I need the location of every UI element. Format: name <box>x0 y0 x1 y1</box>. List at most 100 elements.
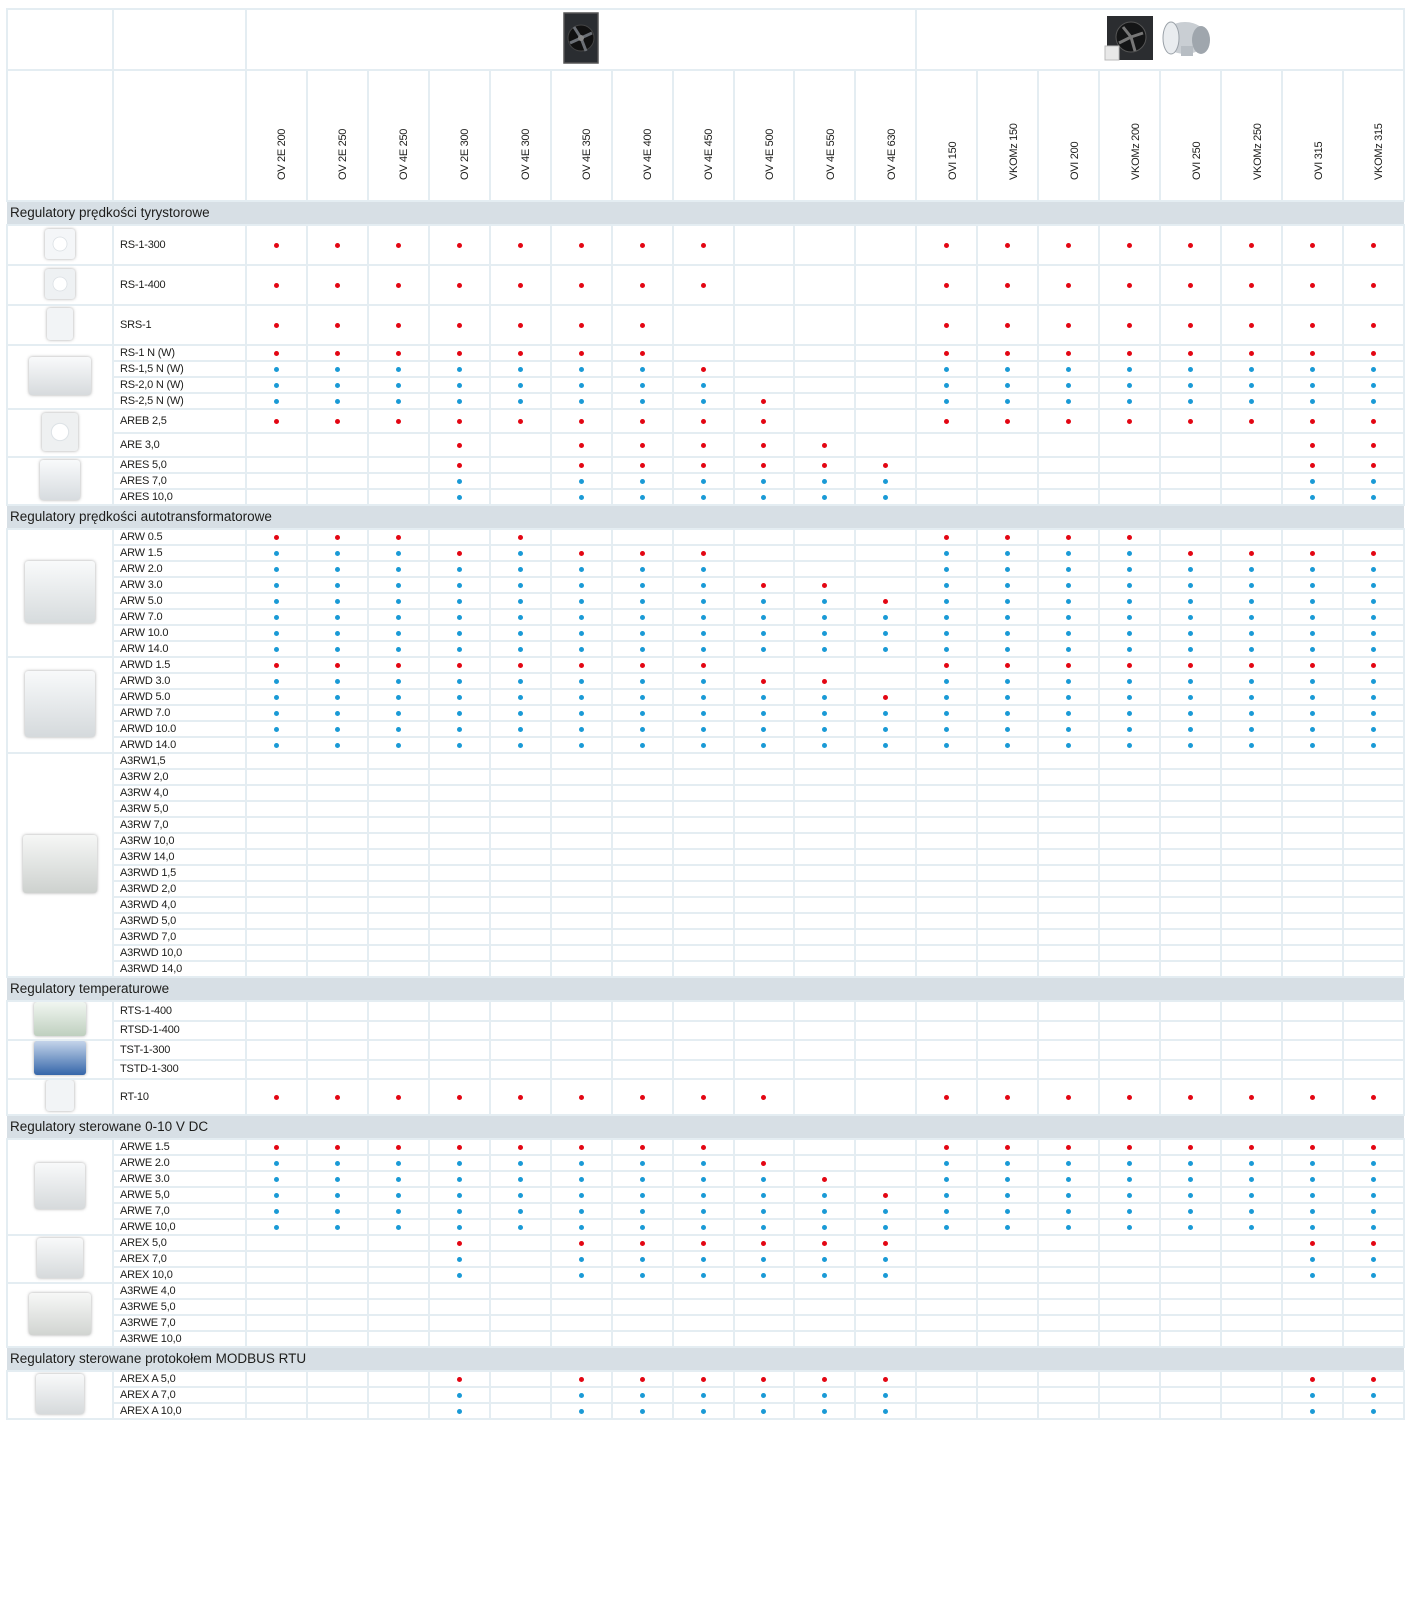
compat-cell <box>976 640 1040 658</box>
compat-cell <box>1281 1218 1344 1236</box>
blue-dot-mark <box>334 1192 340 1198</box>
blue-dot-mark <box>1005 694 1011 700</box>
compat-cell <box>976 1250 1040 1268</box>
compat-cell <box>1220 528 1284 546</box>
red-dot-mark <box>944 1094 950 1100</box>
compat-cell <box>915 912 979 930</box>
blue-dot-mark <box>578 478 584 484</box>
compat-cell <box>427 640 491 658</box>
compat-cell <box>366 1019 430 1041</box>
compat-cell <box>1220 944 1284 962</box>
compat-cell <box>1159 544 1223 562</box>
compat-cell <box>915 1202 979 1220</box>
compat-cell <box>305 432 369 458</box>
red-dot-mark <box>1370 1240 1376 1246</box>
compat-cell <box>305 304 369 346</box>
compat-cell <box>549 432 613 458</box>
compat-cell <box>1220 560 1284 578</box>
blue-dot-mark <box>517 1224 523 1230</box>
blue-dot-mark <box>761 1192 767 1198</box>
compat-cell <box>1342 1234 1405 1252</box>
blue-dot-mark <box>1310 1160 1316 1166</box>
compat-cell <box>1037 752 1101 770</box>
blue-dot-mark <box>1310 630 1316 636</box>
table-row: ARES 7,0 <box>7 472 1405 490</box>
compat-cell <box>305 1186 369 1204</box>
compat-cell <box>305 1266 369 1284</box>
compat-cell <box>915 848 979 866</box>
compat-cell <box>549 1078 613 1116</box>
compat-cell <box>488 544 552 562</box>
red-dot-mark <box>1370 662 1376 668</box>
compat-cell <box>245 432 308 458</box>
section-header-row: Regulatory sterowane 0-10 V DC <box>7 1115 1404 1140</box>
blue-dot-mark <box>700 494 706 500</box>
compat-cell <box>732 960 796 978</box>
compat-cell <box>1342 704 1405 722</box>
blue-dot-mark <box>334 678 340 684</box>
blue-dot-mark <box>1127 1208 1133 1214</box>
compat-cell <box>1281 488 1344 506</box>
compat-cell <box>854 1402 918 1420</box>
compat-cell <box>1098 392 1162 410</box>
blue-dot-mark <box>1066 598 1072 604</box>
compat-cell <box>854 1058 918 1080</box>
blue-dot-mark <box>1127 678 1133 684</box>
compat-cell <box>854 560 918 578</box>
compat-cell <box>915 640 979 658</box>
red-dot-mark <box>1370 350 1376 356</box>
product-image-cell <box>6 264 114 306</box>
compat-cell <box>366 672 430 690</box>
table-row: ARWE 1.5 <box>6 1138 1405 1236</box>
section-header-row: Regulatory prędkości tyrystorowe <box>7 201 1404 226</box>
compat-cell <box>854 576 918 594</box>
red-dot-mark <box>1310 1094 1316 1100</box>
product-name: ARW 10.0 <box>112 624 247 642</box>
compat-cell <box>793 1000 857 1022</box>
blue-dot-mark <box>273 398 279 404</box>
compat-cell <box>305 912 369 930</box>
compat-cell <box>1037 1386 1101 1404</box>
compat-cell <box>366 736 430 754</box>
compat-cell <box>976 704 1040 722</box>
blue-dot-mark <box>1310 478 1316 484</box>
compat-cell <box>549 832 613 850</box>
compat-cell <box>671 304 735 346</box>
blue-dot-mark <box>334 566 340 572</box>
red-dot-mark <box>395 1144 401 1150</box>
compat-cell <box>427 704 491 722</box>
compat-cell <box>793 576 857 594</box>
compat-cell <box>915 432 979 458</box>
blue-dot-mark <box>883 710 889 716</box>
compat-cell <box>1281 1039 1344 1061</box>
blue-dot-mark <box>1249 614 1255 620</box>
table-row: A3RW 14,0 <box>7 848 1405 866</box>
compat-cell <box>305 1386 369 1404</box>
compat-cell <box>793 848 857 866</box>
red-dot-mark <box>1310 282 1316 288</box>
red-dot-mark <box>273 534 279 540</box>
compat-cell <box>976 800 1040 818</box>
compat-cell <box>1159 456 1223 474</box>
compat-cell <box>976 344 1040 362</box>
blue-dot-mark <box>1066 1208 1072 1214</box>
compat-cell <box>793 1058 857 1080</box>
compat-cell <box>976 1370 1040 1388</box>
red-dot-mark <box>1066 1094 1072 1100</box>
compat-cell <box>610 944 674 962</box>
blue-dot-mark <box>944 742 950 748</box>
blue-dot-mark <box>639 598 645 604</box>
compat-cell <box>245 472 308 490</box>
compat-cell <box>793 624 857 642</box>
compat-cell <box>1037 816 1101 834</box>
compat-cell <box>1098 720 1162 738</box>
compat-cell <box>915 1314 979 1332</box>
blue-dot-mark <box>1310 678 1316 684</box>
model-name: OV 4E 500 <box>763 128 776 180</box>
compat-cell <box>245 528 308 546</box>
blue-dot-mark <box>517 678 523 684</box>
compat-cell <box>366 304 430 346</box>
compat-cell <box>549 1000 613 1022</box>
blue-dot-mark <box>517 710 523 716</box>
red-dot-mark <box>395 1094 401 1100</box>
